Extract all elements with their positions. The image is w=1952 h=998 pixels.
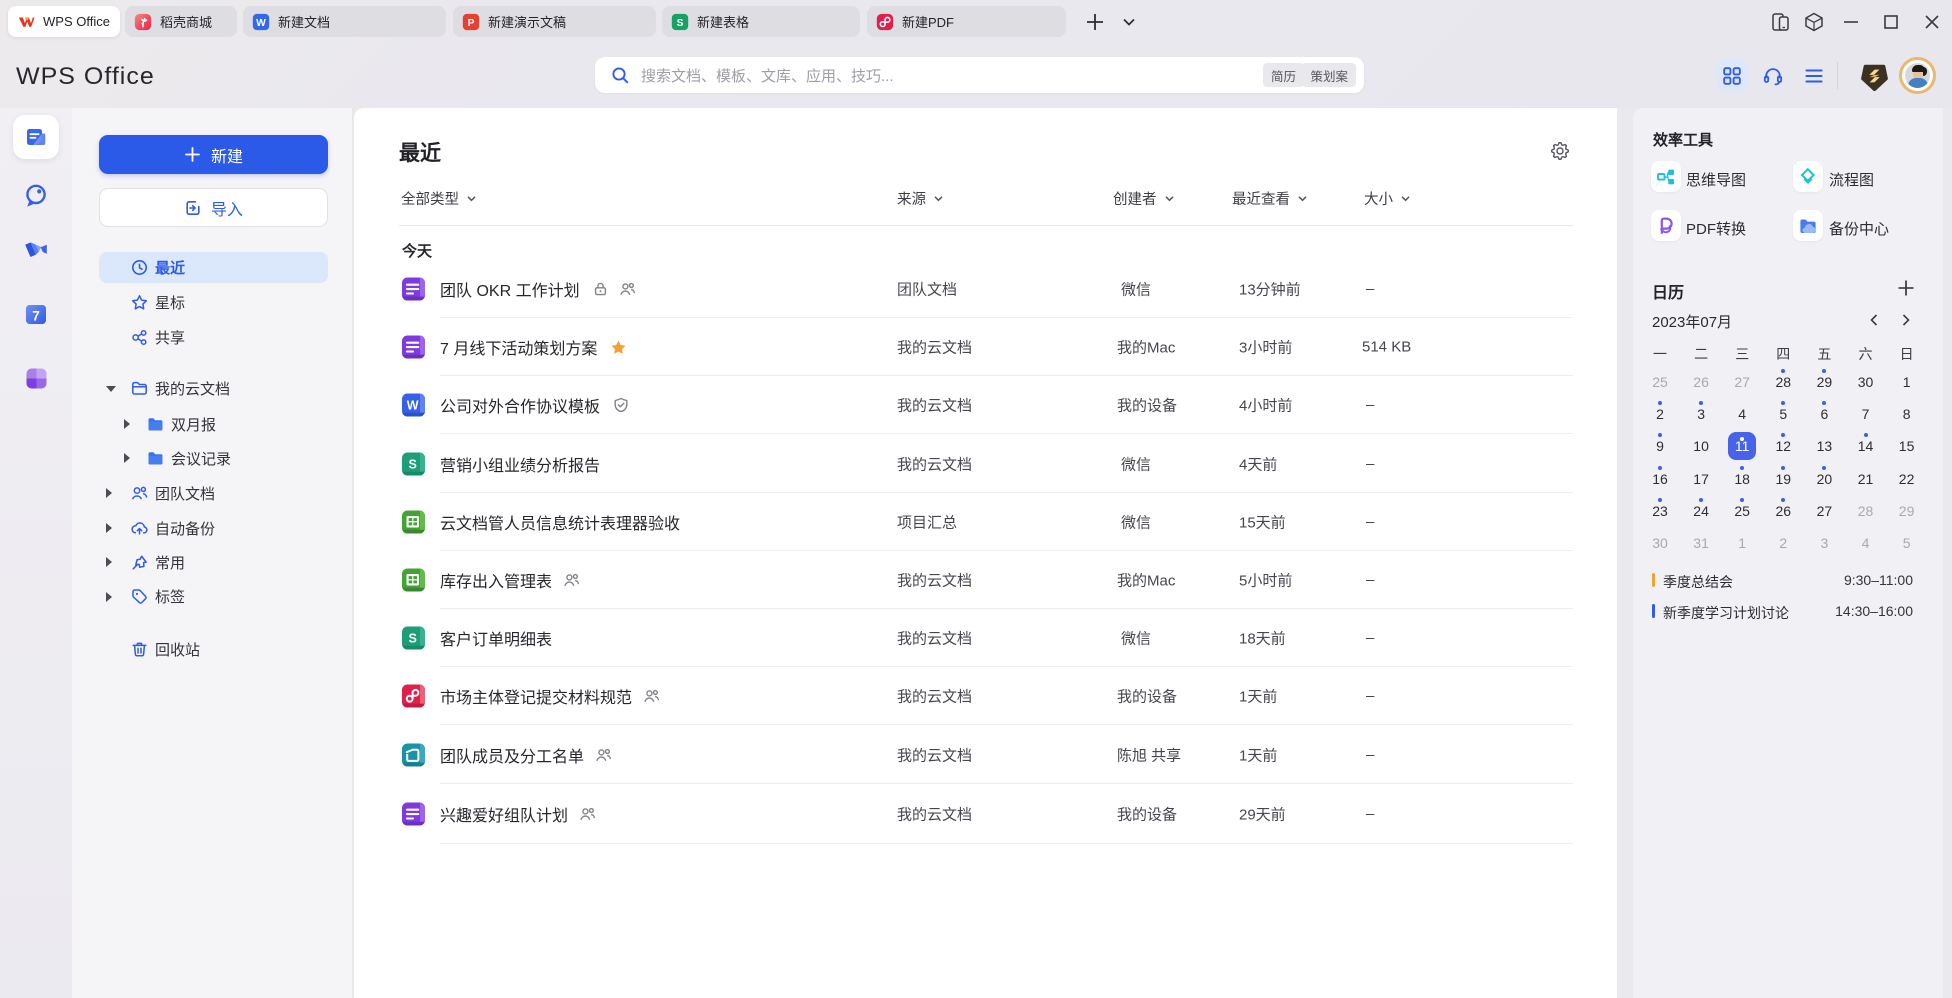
- svg-text:S: S: [409, 632, 417, 646]
- svg-text:W: W: [256, 17, 266, 28]
- svg-text:P: P: [468, 17, 475, 28]
- svg-text:S: S: [409, 457, 417, 471]
- svg-text:7: 7: [32, 309, 40, 324]
- svg-text:S: S: [677, 17, 684, 28]
- svg-text:W: W: [407, 399, 419, 413]
